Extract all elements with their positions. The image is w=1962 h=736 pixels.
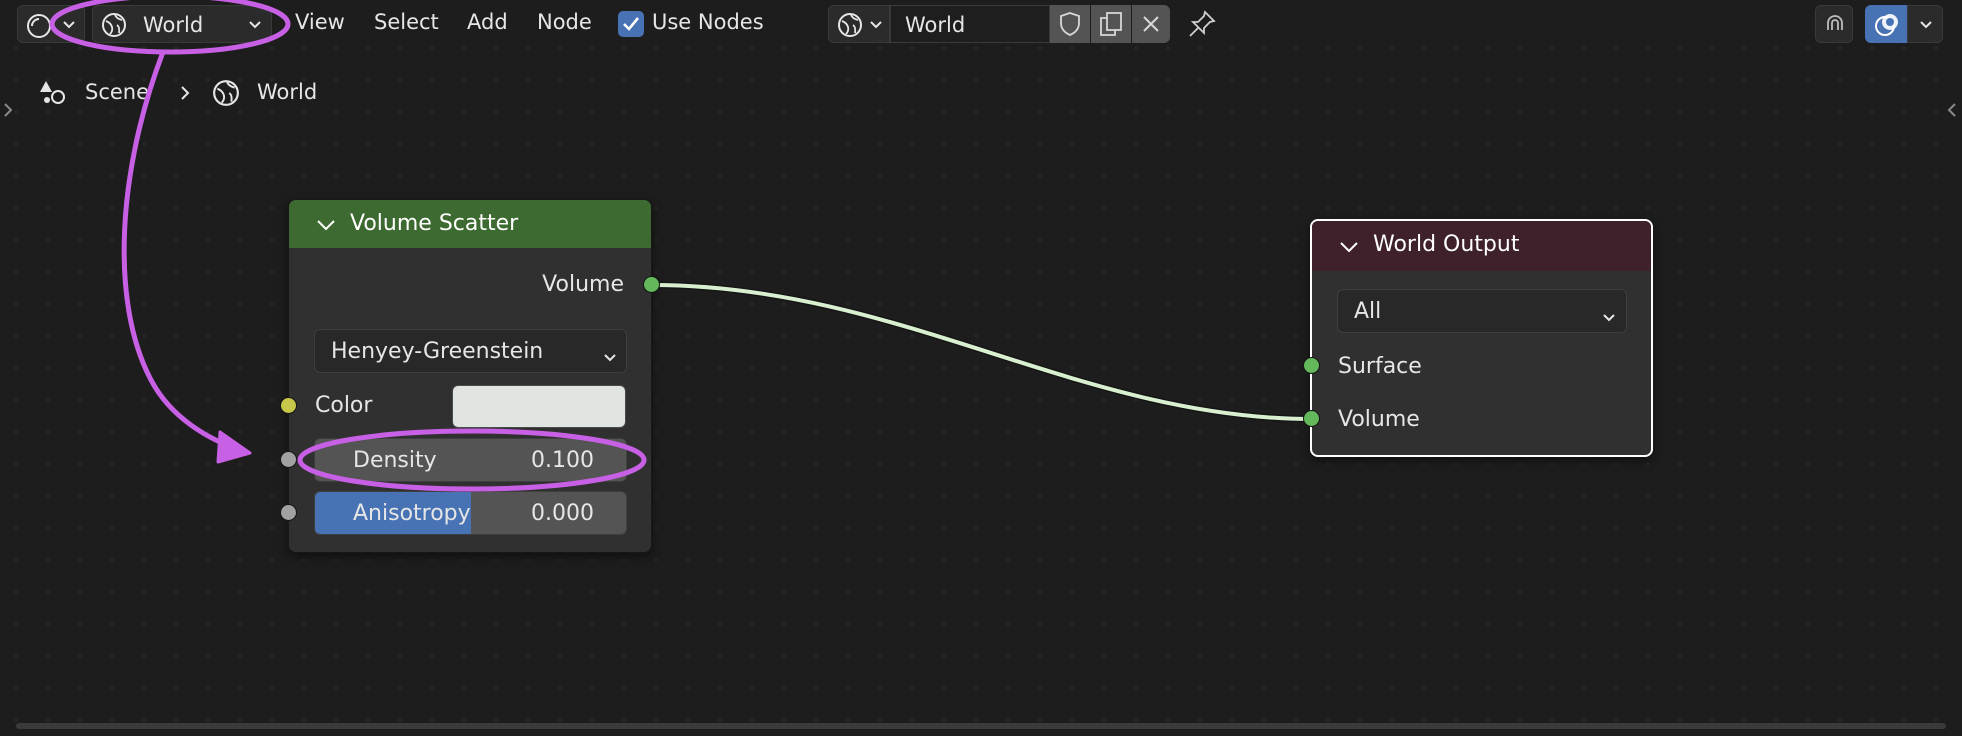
- annotation-arrow-line: [121, 51, 241, 453]
- annotation-circle-density: [297, 428, 647, 492]
- annotation-circle-world-dropdown: [49, 0, 291, 55]
- annotation-overlay: [49, 0, 647, 492]
- annotation-arrowhead: [216, 430, 252, 464]
- horizontal-scrollbar[interactable]: [16, 723, 1946, 729]
